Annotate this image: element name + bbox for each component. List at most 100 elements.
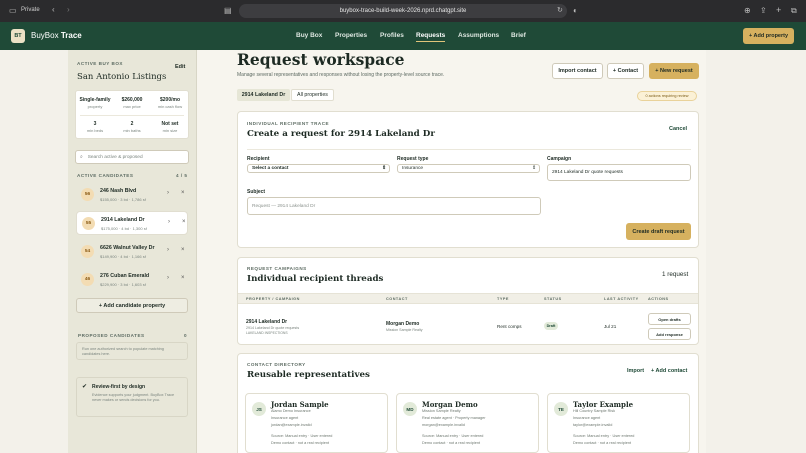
nav-properties[interactable]: Properties: [335, 32, 367, 39]
score-badge: 55: [82, 217, 95, 230]
create-draft-button[interactable]: Create draft request: [626, 223, 691, 240]
candidate-name: 2914 Lakeland Dr: [101, 217, 145, 223]
row-type: Rent comps: [497, 324, 522, 329]
add-response-button[interactable]: Add response: [648, 328, 691, 340]
review-status-badge: 0 actions requiring review: [637, 91, 697, 101]
nav-assumptions[interactable]: Assumptions: [458, 32, 499, 39]
proposed-candidates-count: 0: [184, 333, 188, 338]
new-request-button[interactable]: + New request: [649, 63, 699, 79]
create-request-card: INDIVIDUAL RECIPIENT TRACE Create a requ…: [237, 111, 699, 248]
contact-role: Insurance agent: [271, 416, 299, 420]
add-contact-link[interactable]: + Add contact: [651, 368, 687, 374]
reload-icon[interactable]: ↻: [557, 6, 563, 14]
request-type-select[interactable]: Insurance ⇕: [397, 164, 540, 173]
search-placeholder: Search active & proposed: [87, 154, 143, 160]
close-icon[interactable]: ×: [181, 275, 185, 281]
app-logo: BT: [11, 29, 25, 43]
campaign-value: 2914 Lakeland Dr quote requests: [552, 170, 623, 175]
nav-buy-box[interactable]: Buy Box: [296, 32, 322, 39]
close-icon[interactable]: ×: [182, 219, 186, 225]
contact-card[interactable]: MD Morgan Demo Mission Sample Realty Rea…: [396, 393, 539, 453]
contact-org: Hill Country Sample Risk: [573, 409, 615, 413]
share-icon[interactable]: ⇪: [760, 6, 767, 15]
form-section-label: INDIVIDUAL RECIPIENT TRACE: [247, 121, 330, 126]
candidate-name: 276 Cuban Emerald: [100, 273, 150, 279]
add-candidate-button[interactable]: + Add candidate property: [76, 298, 188, 313]
cancel-link[interactable]: Cancel: [669, 126, 687, 132]
candidate-meta: $149,900 · 4 bd · 1,166 sf: [100, 254, 146, 259]
contact-org: Mission Sample Realty: [422, 409, 461, 413]
candidate-card[interactable]: 54 6626 Walnut Valley Dr $149,900 · 4 bd…: [76, 240, 188, 264]
add-property-button[interactable]: + Add property: [743, 28, 794, 44]
stat-max-price: $260,000 max price: [114, 97, 150, 109]
theme-icon[interactable]: ◐: [573, 6, 578, 15]
app-name-prefix: BuyBox: [31, 31, 59, 40]
close-icon[interactable]: ×: [181, 247, 185, 253]
request-campaigns-card: REQUEST CAMPAIGNS Individual recipient t…: [237, 257, 699, 345]
chevron-right-icon[interactable]: ›: [167, 275, 169, 281]
nav-brief[interactable]: Brief: [511, 32, 526, 39]
buy-box-title: San Antonio Listings: [77, 72, 167, 82]
contact-name: Jordan Sample: [271, 400, 329, 409]
download-icon[interactable]: ⊕: [744, 6, 751, 15]
campaigns-section-label: REQUEST CAMPAIGNS: [247, 266, 307, 271]
recipient-value: Select a contact: [252, 166, 289, 171]
stats-divider: [80, 115, 184, 116]
chevron-right-icon[interactable]: ›: [168, 219, 170, 225]
stat-key: min beds: [86, 128, 104, 133]
candidate-card[interactable]: 46 276 Cuban Emerald $229,900 · 3 bd · 1…: [76, 268, 188, 292]
add-contact-button[interactable]: + Contact: [607, 63, 644, 79]
stat-size: Not set min size: [152, 121, 188, 133]
close-icon[interactable]: ×: [181, 190, 185, 196]
subject-input[interactable]: Request — 2914 Lakeland Dr: [247, 197, 541, 215]
contact-name: Taylor Example: [573, 400, 634, 409]
filter-selected-property[interactable]: 2914 Lakeland Dr: [237, 89, 290, 101]
row-property[interactable]: 2914 Lakeland Dr: [246, 319, 287, 325]
reader-icon[interactable]: ▤: [224, 6, 232, 15]
avatar: MD: [403, 402, 417, 416]
candidate-search-input[interactable]: ⌕ Search active & proposed: [75, 150, 189, 164]
candidate-meta: $175,000 · 4 bd · 1,300 sf: [101, 226, 147, 231]
check-icon: ✔: [82, 384, 88, 390]
open-drafts-button[interactable]: Open drafts: [648, 313, 691, 325]
stat-value: $200/mo: [159, 97, 180, 103]
contact-source: Source: Manual entry · User entered: [271, 434, 333, 438]
sidebar-toggle-icon[interactable]: ▭: [9, 6, 17, 15]
candidate-card[interactable]: 56 246 Nash Blvd $155,000 · 3 bd · 1,786…: [76, 183, 188, 207]
subject-label: Subject: [247, 189, 266, 195]
stat-key: property: [87, 104, 103, 109]
stat-baths: 2 min baths: [114, 121, 150, 133]
left-gutter: [0, 50, 68, 453]
recipient-label: Recipient: [247, 156, 270, 162]
stat-value: 3: [93, 121, 97, 127]
forward-icon[interactable]: ›: [67, 5, 70, 14]
stat-property: Single-family property: [77, 97, 113, 109]
nav-profiles[interactable]: Profiles: [380, 32, 404, 39]
url-bar[interactable]: buybox-trace-build-week-2026.nprd.chatgp…: [239, 4, 567, 18]
chevron-right-icon[interactable]: ›: [167, 247, 169, 253]
import-contact-button[interactable]: Import contact: [552, 63, 603, 79]
filter-all-properties[interactable]: All properties: [291, 89, 334, 101]
private-label: Private: [21, 7, 40, 13]
campaign-input[interactable]: 2914 Lakeland Dr quote requests: [547, 164, 691, 181]
recipient-select[interactable]: Select a contact ⇕: [247, 164, 390, 173]
contact-source: Source: Manual entry · User entered: [422, 434, 484, 438]
search-icon: ⌕: [80, 155, 83, 160]
new-tab-icon[interactable]: +: [776, 5, 781, 15]
contact-card[interactable]: TE Taylor Example Hill Country Sample Ri…: [547, 393, 690, 453]
col-actions: ACTIONS: [648, 297, 669, 301]
tabs-icon[interactable]: ⧉: [791, 6, 797, 16]
campaigns-title: Individual recipient threads: [247, 274, 384, 284]
chevron-right-icon[interactable]: ›: [167, 190, 169, 196]
contact-card[interactable]: JS Jordan Sample Alamo Demo Insurance In…: [245, 393, 388, 453]
import-link[interactable]: Import: [627, 368, 644, 374]
browser-chrome: ▭ Private ‹ › ▤ buybox-trace-build-week-…: [0, 0, 806, 22]
edit-buy-box-link[interactable]: Edit: [175, 64, 185, 70]
back-icon[interactable]: ‹: [52, 5, 55, 14]
nav-requests[interactable]: Requests: [416, 32, 446, 42]
app-name[interactable]: BuyBox Trace: [31, 31, 82, 40]
contact-email: taylor@example.invalid: [573, 423, 613, 427]
campaign-label: Campaign: [547, 156, 572, 162]
row-contact-org: Mission Sample Realty: [386, 328, 423, 332]
candidate-card-selected[interactable]: 55 2914 Lakeland Dr $175,000 · 4 bd · 1,…: [76, 211, 188, 235]
